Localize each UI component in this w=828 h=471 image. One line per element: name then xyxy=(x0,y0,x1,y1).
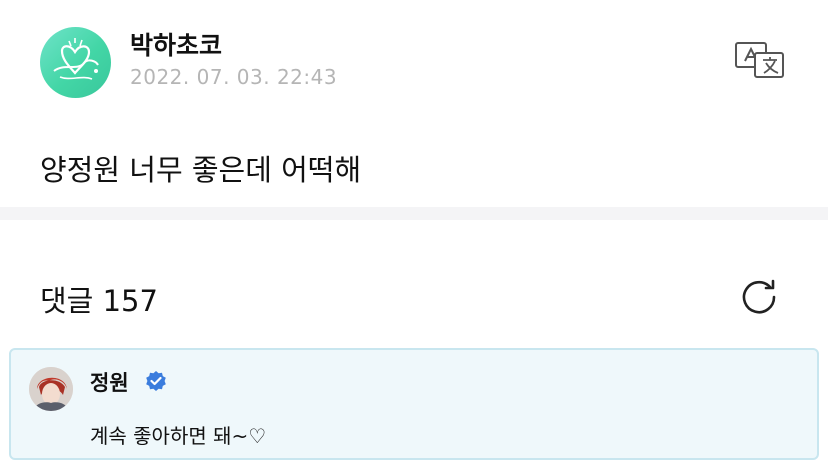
post-date: 2022. 07. 03. 22:43 xyxy=(130,65,338,89)
author-name[interactable]: 박하초코 xyxy=(130,26,222,62)
commenter-photo-icon xyxy=(29,367,73,411)
comments-heading: 댓글 157 xyxy=(40,278,158,320)
commenter-name[interactable]: 정원 xyxy=(90,367,129,397)
verified-badge-icon xyxy=(144,370,168,394)
post-body-text: 양정원 너무 좋은데 어떡해 xyxy=(40,153,362,187)
refresh-button[interactable] xyxy=(740,278,782,316)
post-header: 박하초코 2022. 07. 03. 22:43 xyxy=(0,0,828,120)
heart-doodle-icon xyxy=(53,38,99,80)
author-avatar[interactable] xyxy=(40,27,111,98)
commenter-avatar[interactable] xyxy=(29,367,73,411)
translate-icon xyxy=(735,42,784,78)
translate-button[interactable] xyxy=(733,39,787,79)
refresh-icon xyxy=(742,279,776,314)
section-divider xyxy=(0,207,828,220)
comment-card: 정원 계속 좋아하면 돼~♡ xyxy=(9,348,819,460)
comments-label: 댓글 xyxy=(40,284,94,318)
comment-text: 계속 좋아하면 돼~♡ xyxy=(90,424,267,448)
comments-count: 157 xyxy=(102,284,158,318)
